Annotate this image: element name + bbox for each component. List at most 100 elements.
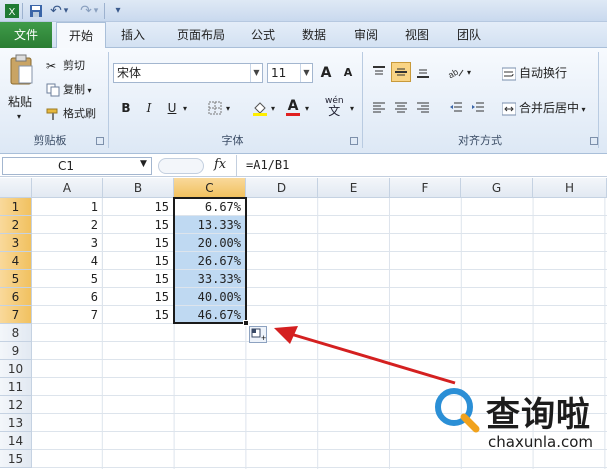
- chevron-down-icon[interactable]: ▾: [183, 104, 187, 113]
- tab-page-layout[interactable]: 页面布局: [166, 22, 236, 48]
- decrease-indent-button[interactable]: [446, 98, 466, 118]
- cell-b3[interactable]: 15: [103, 234, 174, 252]
- phonetic-button[interactable]: wén 文: [325, 96, 344, 118]
- cell-c6[interactable]: 40.00%: [174, 288, 246, 306]
- row-header[interactable]: 14: [0, 432, 32, 450]
- row-header[interactable]: 4: [0, 252, 32, 270]
- cell-c7[interactable]: 46.67%: [174, 306, 246, 324]
- merge-center-button[interactable]: 合并后居中 ▾: [501, 100, 586, 118]
- cell-a1[interactable]: 1: [32, 198, 103, 216]
- chevron-down-icon[interactable]: ▾: [467, 68, 471, 77]
- copy-button[interactable]: 复制 ▾: [46, 82, 92, 99]
- name-box[interactable]: C1: [2, 157, 152, 175]
- cell-b1[interactable]: 15: [103, 198, 174, 216]
- tab-file[interactable]: 文件: [0, 22, 52, 48]
- chevron-down-icon[interactable]: ▼: [140, 159, 147, 169]
- orientation-button[interactable]: ab: [446, 62, 466, 82]
- cell-b6[interactable]: 15: [103, 288, 174, 306]
- insert-function-icon[interactable]: fx: [214, 157, 226, 172]
- chevron-down-icon[interactable]: ▼: [250, 64, 262, 82]
- row-header[interactable]: 1: [0, 198, 32, 216]
- cell-c2[interactable]: 13.33%: [174, 216, 246, 234]
- cell-b4[interactable]: 15: [103, 252, 174, 270]
- tab-view[interactable]: 视图: [396, 22, 438, 48]
- tab-insert[interactable]: 插入: [112, 22, 154, 48]
- column-header-a[interactable]: A: [32, 178, 103, 198]
- align-center-button[interactable]: [391, 98, 411, 118]
- formula-input[interactable]: =A1/B1: [246, 158, 289, 172]
- align-left-button[interactable]: [369, 98, 389, 118]
- row-header[interactable]: 5: [0, 270, 32, 288]
- cell-a5[interactable]: 5: [32, 270, 103, 288]
- row-header[interactable]: 2: [0, 216, 32, 234]
- bold-button[interactable]: B: [116, 98, 136, 118]
- wrap-text-button[interactable]: 自动换行: [501, 65, 567, 81]
- column-header-c[interactable]: C: [174, 178, 246, 198]
- cell-a3[interactable]: 3: [32, 234, 103, 252]
- customize-toolbar-icon[interactable]: ▾: [110, 3, 126, 19]
- fill-color-button[interactable]: [250, 98, 270, 118]
- cell-b5[interactable]: 15: [103, 270, 174, 288]
- align-top-button[interactable]: [369, 62, 389, 82]
- cell-a6[interactable]: 6: [32, 288, 103, 306]
- save-icon[interactable]: [28, 3, 44, 19]
- font-launcher-icon[interactable]: [350, 137, 358, 145]
- align-bottom-button[interactable]: [413, 62, 433, 82]
- row-header[interactable]: 10: [0, 360, 32, 378]
- tab-team[interactable]: 团队: [448, 22, 490, 48]
- redo-dropdown-icon[interactable]: ▾: [92, 3, 100, 19]
- row-header[interactable]: 6: [0, 288, 32, 306]
- borders-button[interactable]: [205, 98, 225, 118]
- row-header[interactable]: 13: [0, 414, 32, 432]
- tab-formulas[interactable]: 公式: [242, 22, 284, 48]
- alignment-launcher-icon[interactable]: [590, 137, 598, 145]
- cell-a2[interactable]: 2: [32, 216, 103, 234]
- shrink-font-button[interactable]: A: [338, 63, 358, 83]
- undo-dropdown-icon[interactable]: ▾: [62, 3, 70, 19]
- cell-c4[interactable]: 26.67%: [174, 252, 246, 270]
- chevron-down-icon[interactable]: ▾: [350, 104, 354, 113]
- select-all-corner[interactable]: [0, 178, 32, 198]
- cut-button[interactable]: ✂ 剪切: [46, 58, 85, 74]
- font-size-combo[interactable]: 11 ▼: [267, 63, 313, 83]
- column-header-e[interactable]: E: [318, 178, 390, 198]
- grow-font-button[interactable]: A: [316, 63, 336, 83]
- cell-a7[interactable]: 7: [32, 306, 103, 324]
- italic-button[interactable]: I: [139, 98, 159, 118]
- excel-icon[interactable]: X: [4, 3, 20, 19]
- cell-c1[interactable]: 6.67%: [174, 198, 246, 216]
- column-header-b[interactable]: B: [103, 178, 174, 198]
- underline-button[interactable]: U: [162, 98, 182, 118]
- chevron-down-icon[interactable]: ▾: [226, 104, 230, 113]
- chevron-down-icon[interactable]: ▾: [271, 104, 275, 113]
- tab-home[interactable]: 开始: [56, 22, 106, 49]
- tab-review[interactable]: 审阅: [345, 22, 387, 48]
- auto-fill-options-button[interactable]: +: [249, 326, 267, 343]
- clipboard-launcher-icon[interactable]: [96, 137, 104, 145]
- paste-button[interactable]: 粘贴 ▾: [6, 54, 36, 124]
- worksheet-grid[interactable]: A B C D E F G H 1 2 3 4 5 6 7 8 9 10 11 …: [0, 178, 607, 469]
- cell-b2[interactable]: 15: [103, 216, 174, 234]
- format-painter-button[interactable]: 格式刷: [46, 106, 96, 122]
- row-header[interactable]: 11: [0, 378, 32, 396]
- chevron-down-icon[interactable]: ▾: [305, 104, 309, 113]
- tab-data[interactable]: 数据: [293, 22, 335, 48]
- row-header[interactable]: 3: [0, 234, 32, 252]
- row-header[interactable]: 7: [0, 306, 32, 324]
- column-header-f[interactable]: F: [390, 178, 461, 198]
- formula-bar-splitter[interactable]: [158, 158, 204, 174]
- column-header-h[interactable]: H: [533, 178, 607, 198]
- cell-c5[interactable]: 33.33%: [174, 270, 246, 288]
- row-header[interactable]: 8: [0, 324, 32, 342]
- cell-b7[interactable]: 15: [103, 306, 174, 324]
- row-header[interactable]: 9: [0, 342, 32, 360]
- align-middle-button[interactable]: [391, 62, 411, 82]
- column-header-g[interactable]: G: [461, 178, 533, 198]
- column-header-d[interactable]: D: [246, 178, 318, 198]
- font-name-combo[interactable]: 宋体 ▼: [113, 63, 263, 83]
- cell-c3[interactable]: 20.00%: [174, 234, 246, 252]
- align-right-button[interactable]: [413, 98, 433, 118]
- increase-indent-button[interactable]: [468, 98, 488, 118]
- row-header[interactable]: 15: [0, 450, 32, 468]
- cell-a4[interactable]: 4: [32, 252, 103, 270]
